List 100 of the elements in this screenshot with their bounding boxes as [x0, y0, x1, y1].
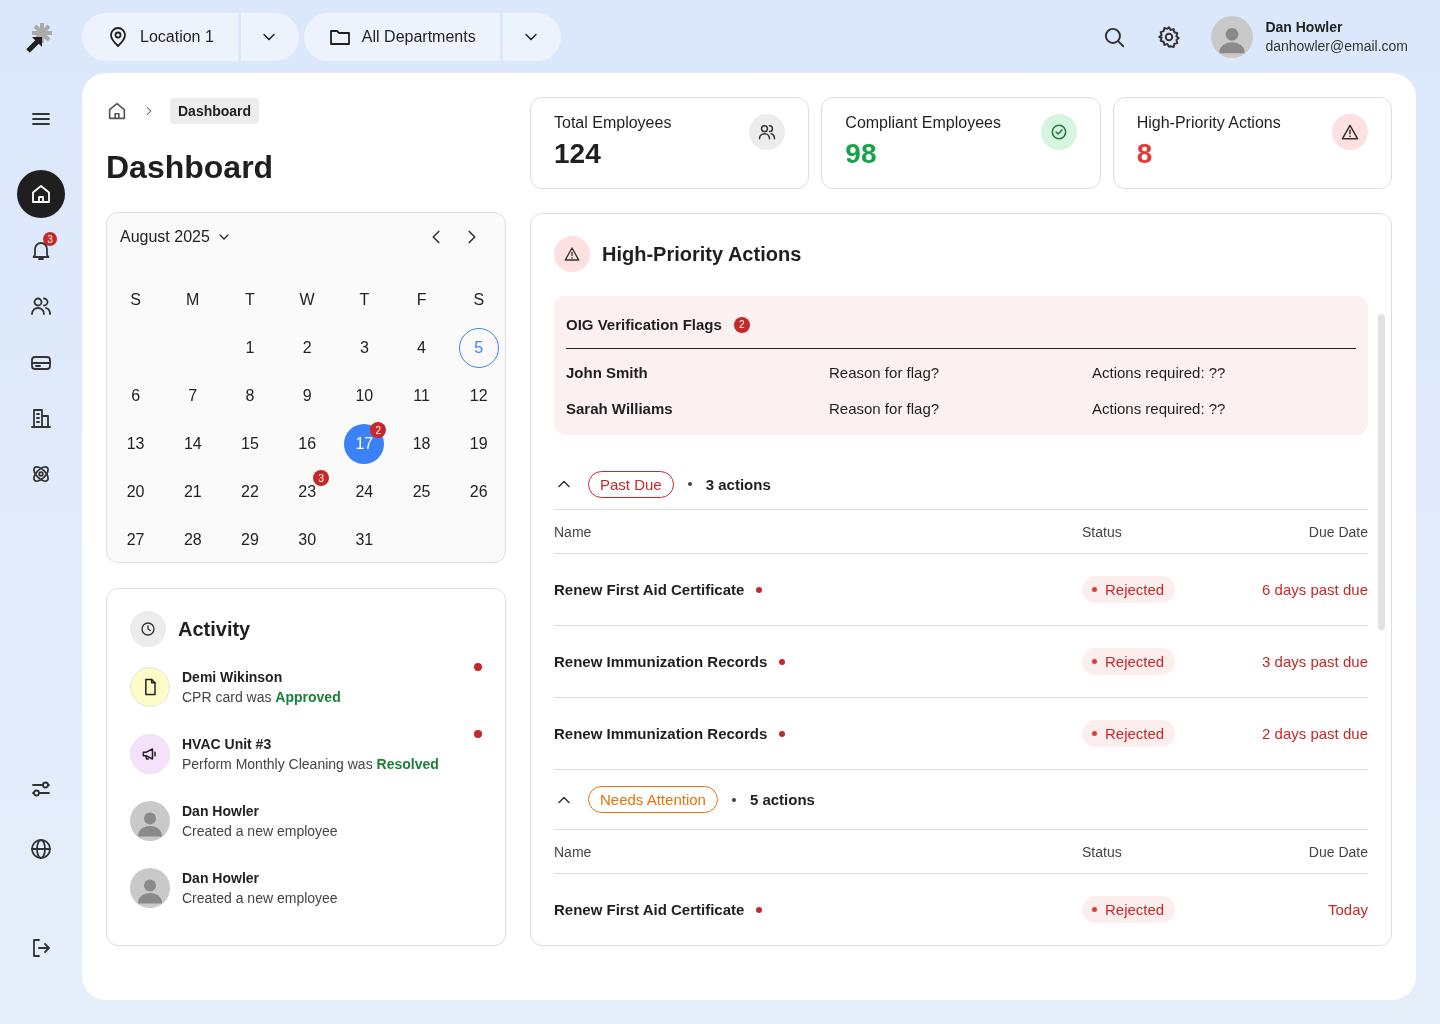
calendar-day[interactable]: 15	[229, 424, 270, 464]
due-date: 3 days past due	[1261, 653, 1368, 670]
building-icon	[29, 406, 53, 430]
due-date: Today	[1326, 901, 1368, 918]
sidebar-item[interactable]	[17, 170, 65, 218]
breadcrumb-item[interactable]: Dashboard	[170, 98, 260, 124]
column-header: Status	[1082, 843, 1123, 860]
calendar-day[interactable]: 25	[401, 472, 442, 512]
calendar-day[interactable]: 30	[287, 520, 328, 560]
month-selector[interactable]: August 2025	[120, 228, 232, 246]
calendar-day[interactable]: 18	[401, 424, 442, 464]
clock-icon	[139, 620, 157, 638]
weekday-label: F	[416, 291, 427, 309]
activity-name: Dan Howler	[182, 803, 260, 819]
settings-icon	[1156, 23, 1183, 50]
status-badge: Rejected	[1082, 576, 1176, 603]
calendar-day[interactable]: 19	[458, 424, 499, 464]
unread-dot	[474, 730, 482, 738]
weekday-label: M	[186, 291, 200, 309]
globe-icon	[29, 837, 53, 861]
activity-name: Dan Howler	[182, 870, 260, 886]
action-name: Renew Immunization Records	[554, 653, 768, 670]
user-email: danhowler@email.com	[1265, 38, 1408, 54]
column-header: Due Date	[1307, 843, 1368, 860]
calendar-day[interactable]: 9	[287, 376, 328, 416]
weekday-label: S	[130, 291, 141, 309]
scrollbar[interactable]	[1378, 314, 1385, 630]
calendar-day[interactable]: 20	[115, 472, 156, 512]
alert-dot	[756, 906, 763, 913]
required-actions: Actions required: ??	[1092, 399, 1227, 417]
stat-label: Compliant Employees	[845, 114, 1001, 132]
calendar-day[interactable]: 17 2	[344, 424, 385, 464]
event-count-badge: 2	[370, 422, 387, 438]
stat-value: 98	[845, 138, 878, 170]
stat-value: 8	[1136, 138, 1154, 170]
activity-name: HVAC Unit #3	[182, 736, 273, 752]
calendar-day[interactable]: 4	[401, 328, 442, 368]
column-header: Status	[1082, 523, 1123, 540]
flag-reason: Reason for flag?	[829, 363, 941, 381]
calendar-day[interactable]: 10	[344, 376, 385, 416]
weekday-label: T	[245, 291, 255, 309]
alert-dot	[779, 658, 786, 665]
page-title: Dashboard	[106, 148, 275, 187]
calendar-day[interactable]: 27	[115, 520, 156, 560]
calendar-day[interactable]: 14	[172, 424, 213, 464]
weekday-label: W	[299, 291, 315, 309]
card-title: Activity	[178, 617, 251, 641]
calendar-day[interactable]: 3	[344, 328, 385, 368]
status-badge: Rejected	[1082, 896, 1176, 923]
calendar-day[interactable]: 11	[401, 376, 442, 416]
department-selector[interactable]: All Departments	[303, 12, 500, 61]
due-date: 2 days past due	[1261, 725, 1368, 742]
calendar-day[interactable]: 24	[344, 472, 385, 512]
calendar-day[interactable]: 13	[115, 424, 156, 464]
sidebar-item[interactable]: 3	[17, 226, 65, 274]
action-name: Renew Immunization Records	[554, 725, 768, 742]
calendar-day[interactable]: 12	[458, 376, 499, 416]
calendar-day[interactable]: 2	[287, 328, 328, 368]
warning-icon	[1340, 122, 1360, 142]
activity-description: CPR card was Approved	[182, 689, 342, 705]
location-selector[interactable]: Location 1	[82, 12, 238, 61]
action-name: Renew First Aid Certificate	[554, 581, 745, 598]
flags-title: OIG Verification Flags	[566, 316, 722, 333]
home-icon	[106, 100, 128, 122]
alert-dot	[756, 586, 763, 593]
column-header: Due Date	[1307, 523, 1368, 540]
calendar-day[interactable]: 21	[172, 472, 213, 512]
calendar-day[interactable]: 29	[229, 520, 270, 560]
calendar-day[interactable]: 1	[229, 328, 270, 368]
due-date: 6 days past due	[1261, 581, 1368, 598]
calendar-day[interactable]: 8	[229, 376, 270, 416]
activity-name: Demi Wikinson	[182, 669, 284, 685]
calendar-day[interactable]: 7	[172, 376, 213, 416]
count-badge: 2	[733, 316, 750, 333]
calendar-day[interactable]: 16	[287, 424, 328, 464]
user-name: Dan Howler	[1265, 19, 1344, 35]
calendar-day[interactable]: 22	[229, 472, 270, 512]
calendar-day[interactable]: 23 3	[287, 472, 328, 512]
column-header: Name	[554, 843, 593, 860]
column-header: Name	[554, 523, 593, 540]
home-icon	[29, 182, 53, 206]
calendar-day[interactable]: 26	[458, 472, 499, 512]
calendar-day[interactable]: 28	[172, 520, 213, 560]
required-actions: Actions required: ??	[1092, 363, 1227, 381]
flag-reason: Reason for flag?	[829, 399, 941, 417]
calendar-day[interactable]: 6	[115, 376, 156, 416]
activity-description: Created a new employee	[182, 890, 339, 906]
stat-label: High-Priority Actions	[1136, 114, 1281, 132]
action-name: Renew First Aid Certificate	[554, 901, 745, 918]
calendar-day[interactable]: 31	[344, 520, 385, 560]
users-icon	[757, 122, 778, 142]
alert-dot	[779, 730, 786, 737]
stat-label: Total Employees	[554, 114, 672, 132]
unread-dot	[474, 663, 482, 671]
weekday-label: T	[359, 291, 370, 309]
flagged-name: John Smith	[566, 363, 649, 381]
warning-icon	[563, 245, 581, 263]
activity-description: Created a new employee	[182, 823, 339, 839]
action-count: 5 actions	[749, 791, 815, 808]
action-count: 3 actions	[705, 475, 771, 493]
